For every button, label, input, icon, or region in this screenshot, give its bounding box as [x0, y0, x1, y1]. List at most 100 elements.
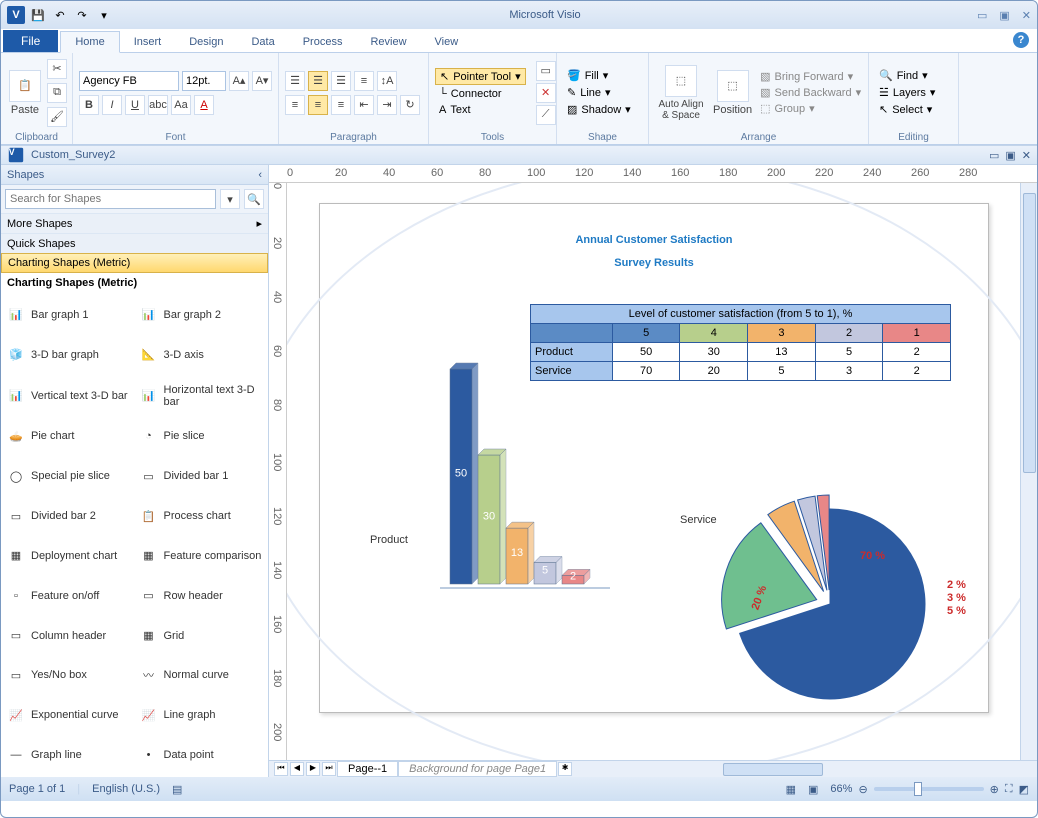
pointer-tool[interactable]: ↖Pointer Tool▾	[435, 68, 526, 85]
charting-shapes-row[interactable]: Charting Shapes (Metric)	[1, 253, 268, 273]
collapse-icon[interactable]: ‹	[258, 169, 262, 181]
maximize-icon[interactable]: ▣	[999, 9, 1009, 22]
group-button[interactable]: ⬚ Group ▾	[758, 101, 863, 116]
font-family-combo[interactable]: Agency FB	[79, 71, 179, 91]
case-button[interactable]: Aa	[171, 95, 191, 115]
align-right-icon[interactable]: ≡	[331, 95, 351, 115]
decrease-font-icon[interactable]: A▾	[252, 71, 272, 91]
new-page-icon[interactable]: ✱	[558, 762, 572, 776]
doc-close-icon[interactable]: ✕	[1022, 149, 1031, 162]
prev-page-icon[interactable]: ◀	[290, 762, 304, 776]
shadow-button[interactable]: ▨Shadow ▾	[563, 102, 635, 117]
rotate-text-icon[interactable]: ↻	[400, 95, 420, 115]
italic-button[interactable]: I	[102, 95, 122, 115]
align-middle-icon[interactable]: ☰	[308, 71, 328, 91]
position-button[interactable]: ⬚Position	[711, 68, 754, 118]
doc-restore-icon[interactable]: ▣	[1005, 149, 1015, 162]
connection-point-icon[interactable]: ✕	[536, 83, 556, 103]
shape-item[interactable]: ▦Deployment chart	[3, 538, 134, 574]
send-backward-button[interactable]: ▧ Send Backward ▾	[758, 85, 863, 100]
shape-item[interactable]: 📊Bar graph 1	[3, 297, 134, 333]
shape-item[interactable]: 〰Normal curve	[136, 657, 267, 693]
shape-item[interactable]: 📊Vertical text 3-D bar	[3, 377, 134, 415]
shape-item[interactable]: ▦Feature comparison	[136, 538, 267, 574]
vertical-scrollbar[interactable]	[1020, 183, 1037, 760]
text-tool[interactable]: AText	[435, 103, 526, 117]
underline-button[interactable]: U	[125, 95, 145, 115]
auto-align-button[interactable]: ⬚Auto Align & Space	[655, 63, 707, 123]
tab-insert[interactable]: Insert	[120, 32, 176, 52]
align-center-icon[interactable]: ≡	[308, 95, 328, 115]
view-fullscreen-icon[interactable]: ▣	[808, 783, 818, 796]
tab-review[interactable]: Review	[356, 32, 420, 52]
decrease-indent-icon[interactable]: ⇤	[354, 95, 374, 115]
page-tab-1[interactable]: Page--1	[337, 761, 398, 777]
shape-item[interactable]: 🥧Pie chart	[3, 418, 134, 454]
bullets-icon[interactable]: ≡	[354, 71, 374, 91]
strikethrough-button[interactable]: abc	[148, 95, 168, 115]
shape-item[interactable]: 📊Horizontal text 3-D bar	[136, 377, 267, 415]
shape-item[interactable]: ▭Row header	[136, 578, 267, 614]
tab-design[interactable]: Design	[175, 32, 237, 52]
font-size-combo[interactable]: 12pt.	[182, 71, 226, 91]
tab-home[interactable]: Home	[60, 31, 119, 53]
shape-item[interactable]: —Graph line	[3, 737, 134, 773]
shape-item[interactable]: ▭Yes/No box	[3, 657, 134, 693]
shape-item[interactable]: 📈Line graph	[136, 697, 267, 733]
first-page-icon[interactable]: ⏮	[274, 762, 288, 776]
shape-item[interactable]: 📈Exponential curve	[3, 697, 134, 733]
redo-icon[interactable]: ↷	[73, 6, 91, 24]
quick-shapes-row[interactable]: Quick Shapes	[1, 233, 268, 253]
next-page-icon[interactable]: ▶	[306, 762, 320, 776]
file-tab[interactable]: File	[3, 30, 58, 52]
shape-item[interactable]: ▦Grid	[136, 618, 267, 654]
pan-zoom-icon[interactable]: ◩	[1019, 783, 1029, 796]
copy-icon[interactable]: ⧉	[47, 83, 67, 103]
shape-item[interactable]: •Data point	[136, 737, 267, 773]
drawing-canvas[interactable]: Annual Customer SatisfactionSurvey Resul…	[287, 183, 1020, 760]
help-icon[interactable]: ?	[1013, 32, 1029, 48]
increase-font-icon[interactable]: A▴	[229, 71, 249, 91]
align-left-icon[interactable]: ≡	[285, 95, 305, 115]
shape-item[interactable]: ◯Special pie slice	[3, 458, 134, 494]
align-bottom-icon[interactable]: ☰	[331, 71, 351, 91]
search-dropdown-icon[interactable]: ▾	[220, 189, 240, 209]
shape-item[interactable]: ▫Feature on/off	[3, 578, 134, 614]
zoom-slider[interactable]	[874, 787, 984, 791]
shape-item[interactable]: ▭Divided bar 1	[136, 458, 267, 494]
horizontal-scrollbar[interactable]	[573, 761, 1037, 777]
search-icon[interactable]: 🔍	[244, 189, 264, 209]
minimize-icon[interactable]: ▭	[977, 9, 987, 22]
find-button[interactable]: 🔍Find ▾	[875, 68, 939, 83]
shape-item[interactable]: 📋Process chart	[136, 498, 267, 534]
page-tab-background[interactable]: Background for page Page1	[398, 761, 557, 777]
paste-button[interactable]: 📋 Paste	[7, 68, 43, 118]
format-painter-icon[interactable]: 🖌	[47, 107, 67, 127]
fit-page-icon[interactable]: ⛶	[1005, 783, 1013, 796]
line-button[interactable]: ✎Line ▾	[563, 85, 635, 100]
macro-icon[interactable]: ▤	[172, 783, 182, 796]
language-indicator[interactable]: English (U.S.)	[92, 783, 160, 795]
select-button[interactable]: ↖Select ▾	[875, 102, 939, 117]
view-normal-icon[interactable]: ▦	[786, 783, 796, 796]
text-direction-icon[interactable]: ↕A	[377, 71, 397, 91]
shape-item[interactable]: ▭Divided bar 2	[3, 498, 134, 534]
tab-view[interactable]: View	[421, 32, 473, 52]
doc-minimize-icon[interactable]: ▭	[989, 149, 999, 162]
shape-item[interactable]: 🧊3-D bar graph	[3, 337, 134, 373]
tab-data[interactable]: Data	[237, 32, 288, 52]
shape-item[interactable]: 📐3-D axis	[136, 337, 267, 373]
shape-item[interactable]: ▭Column header	[3, 618, 134, 654]
font-color-button[interactable]: A	[194, 95, 214, 115]
close-icon[interactable]: ✕	[1022, 9, 1031, 22]
save-icon[interactable]: 💾	[29, 6, 47, 24]
layers-button[interactable]: ☱Layers ▾	[875, 85, 939, 100]
undo-icon[interactable]: ↶	[51, 6, 69, 24]
shape-item[interactable]: 📊Bar graph 2	[136, 297, 267, 333]
bring-forward-button[interactable]: ▧ Bring Forward ▾	[758, 69, 863, 84]
zoom-level[interactable]: 66%	[830, 783, 852, 795]
align-top-icon[interactable]: ☰	[285, 71, 305, 91]
bold-button[interactable]: B	[79, 95, 99, 115]
last-page-icon[interactable]: ⏭	[322, 762, 336, 776]
qat-dropdown-icon[interactable]: ▾	[95, 6, 113, 24]
